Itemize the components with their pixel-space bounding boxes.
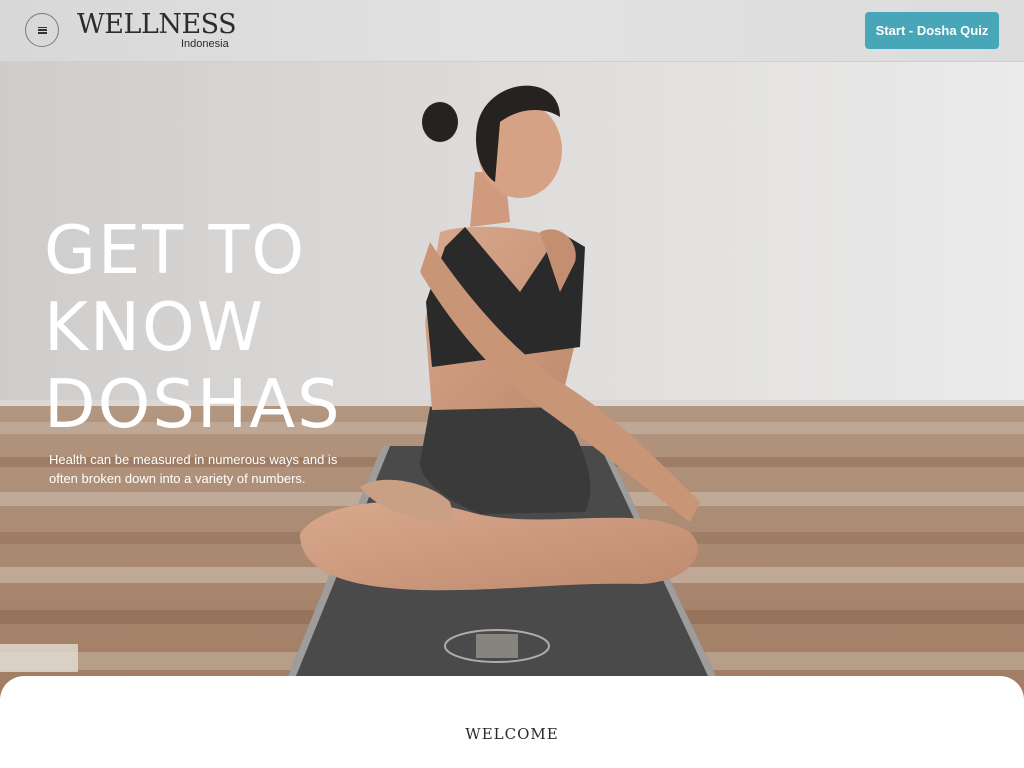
hero-description: Health can be measured in numerous ways … bbox=[49, 452, 338, 486]
hero-heading-line-1: GET TO bbox=[44, 211, 307, 289]
welcome-section: WELCOME bbox=[0, 676, 1024, 768]
welcome-heading: WELCOME bbox=[465, 725, 559, 743]
menu-button[interactable] bbox=[25, 13, 59, 47]
dosha-quiz-button[interactable]: Start - Dosha Quiz bbox=[865, 12, 999, 49]
site-logo[interactable]: WELLNESS Indonesia bbox=[77, 9, 242, 53]
site-header: WELLNESS Indonesia Start - Dosha Quiz bbox=[0, 0, 1024, 62]
hero-heading-line-3: DOSHAS bbox=[44, 365, 342, 443]
hero-heading: GET TO KNOW DOSHAS bbox=[44, 212, 404, 443]
hero-section: GET TO KNOW DOSHAS Health can be measure… bbox=[0, 62, 1024, 702]
hamburger-menu-icon bbox=[37, 26, 47, 34]
hero-heading-line-2: KNOW bbox=[44, 288, 266, 366]
logo-subtitle: Indonesia bbox=[181, 38, 229, 50]
logo-title: WELLNESS bbox=[77, 9, 237, 40]
